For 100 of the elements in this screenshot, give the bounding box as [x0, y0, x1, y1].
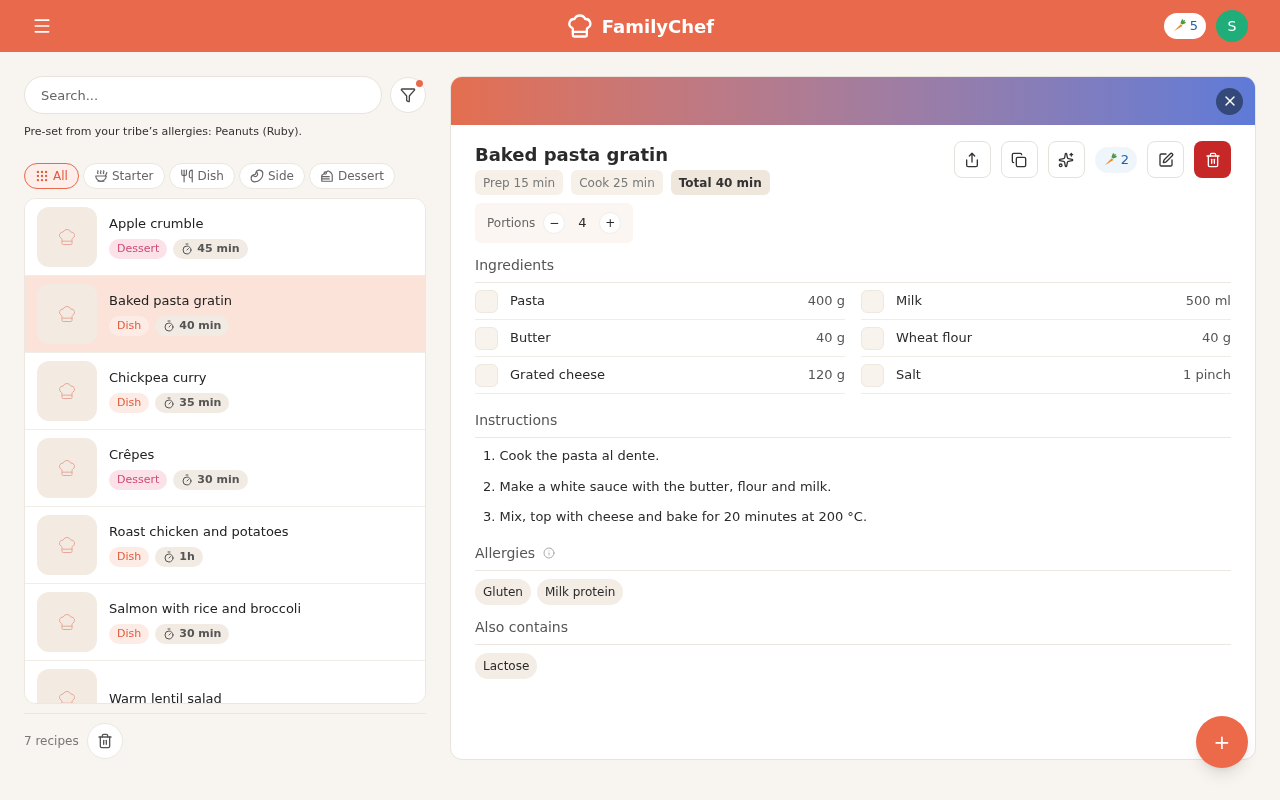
section-heading: Instructions [475, 410, 1231, 438]
menu-icon [32, 16, 52, 36]
recipe-name: Salmon with rice and broccoli [109, 599, 302, 618]
chef-hat-icon [57, 380, 77, 401]
recipe-count: 7 recipes [24, 732, 79, 750]
category-chip[interactable]: Side [238, 162, 305, 189]
close-button[interactable] [1216, 87, 1243, 115]
time-chip: Cook 25 min [571, 170, 663, 195]
ingredient-checkbox[interactable] [861, 363, 884, 387]
category-chip[interactable]: Dessert [308, 162, 396, 189]
ingredient-checkbox[interactable] [861, 326, 884, 350]
chef-hat-icon [57, 303, 77, 324]
time-chip: Total 40 min [670, 170, 770, 195]
chef-hat-icon [57, 226, 77, 247]
time-tag: 30 min [155, 624, 230, 645]
timer-icon [181, 243, 194, 256]
filter-icon [400, 87, 416, 103]
recipe-name: Baked pasta gratin [109, 291, 233, 310]
utensils-icon [179, 168, 194, 183]
category-chip[interactable]: Starter [82, 162, 165, 189]
section-heading: Also contains [475, 616, 1231, 645]
ingredient-checkbox[interactable] [861, 289, 884, 313]
chef-hat-icon [57, 534, 77, 555]
ingredient-checkbox[interactable] [475, 363, 498, 387]
cake-icon [319, 168, 334, 183]
recipe-name: Warm lentil salad [109, 689, 222, 703]
bean-icon [249, 168, 264, 183]
category-tag: Dish [109, 393, 150, 414]
instruction-step: 3. Mix, top with cheese and bake for 20 minutes at 200 °C. [483, 507, 1231, 527]
chef-hat-icon [565, 12, 594, 40]
ingredient-quantity: 40 g [816, 329, 845, 348]
timer-icon [163, 397, 176, 410]
ingredient-name: Grated cheese [510, 366, 606, 385]
ingredient-name: Pasta [510, 292, 546, 311]
chef-hat-icon [57, 611, 77, 632]
ingredient-quantity: 120 g [807, 366, 845, 385]
increase-button[interactable]: + [599, 212, 622, 234]
carrot-counter: 2 [1094, 146, 1137, 173]
menu-button[interactable] [32, 16, 52, 36]
decrease-button[interactable]: − [543, 212, 566, 234]
allergy-note: Pre-set from your tribe’s allergies: Peanuts (Ruby). [24, 124, 304, 140]
share-button[interactable] [953, 141, 991, 178]
recipe-title: Baked pasta gratin [475, 143, 668, 167]
timer-icon [163, 320, 176, 333]
timer-icon [163, 628, 176, 641]
allergen-tag: Milk protein [536, 578, 624, 605]
search-field[interactable]: Search... [24, 76, 382, 114]
category-tag: Dish [109, 624, 150, 645]
ingredient-quantity: 1 pinch [1183, 366, 1231, 385]
grid-icon [35, 168, 49, 183]
chef-hat-icon [57, 457, 77, 478]
time-tag: 30 min [173, 470, 248, 491]
section-heading: Allergies [475, 543, 536, 563]
trash-icon [96, 732, 113, 749]
portions-label: Portions [487, 215, 536, 232]
recipe-item[interactable]: Baked pasta gratin Dish 40 min [25, 275, 425, 353]
instruction-step: 1. Cook the pasta al dente. [483, 446, 1231, 466]
time-chip: Prep 15 min [475, 170, 564, 195]
portions-value: 4 [577, 214, 588, 233]
allergen-tag: Gluten [475, 578, 531, 605]
ingredient-quantity: 40 g [1202, 329, 1231, 348]
carrot-counter: 5 [1163, 13, 1206, 39]
ingredient-checkbox[interactable] [475, 326, 498, 350]
category-tag: Dessert [109, 239, 168, 260]
time-tag: 35 min [155, 393, 230, 414]
edit-icon [1157, 151, 1174, 168]
delete-all-button[interactable] [86, 722, 123, 759]
time-tag: 1h [155, 547, 203, 568]
recipe-name: Roast chicken and potatoes [109, 522, 289, 541]
category-tag: Dish [109, 316, 150, 337]
ingredient-tag: Lactose [475, 652, 538, 679]
ai-button[interactable] [1047, 141, 1085, 178]
ingredient-name: Butter [510, 329, 551, 348]
ingredient-name: Salt [896, 366, 921, 385]
chef-hat-icon [57, 688, 77, 703]
ingredient-name: Wheat flour [896, 329, 972, 348]
timer-icon [163, 551, 176, 564]
instruction-step: 2. Make a white sauce with the butter, flour and milk. [483, 476, 1231, 496]
edit-button[interactable] [1147, 141, 1184, 178]
ingredient-quantity: 400 g [807, 292, 845, 311]
recipe-item[interactable]: Apple crumble Dessert 45 min [25, 198, 425, 276]
filter-button[interactable] [390, 77, 426, 113]
category-tag: Dish [109, 547, 150, 568]
timer-icon [181, 474, 194, 487]
ingredient-checkbox[interactable] [475, 289, 498, 313]
info-icon [543, 547, 556, 559]
recipe-name: Apple crumble [109, 214, 205, 233]
recipe-name: Chickpea curry [109, 368, 208, 387]
recipe-name: Crêpes [109, 445, 156, 464]
section-heading: Ingredients [475, 255, 1231, 283]
time-tag: 40 min [155, 316, 230, 337]
trash-icon [1204, 151, 1221, 168]
category-tag: Dessert [109, 470, 168, 491]
category-chip[interactable]: Dish [168, 162, 235, 189]
copy-icon [1011, 151, 1028, 168]
share-icon [964, 151, 981, 168]
ingredient-quantity: 500 ml [1185, 292, 1231, 311]
duplicate-button[interactable] [1000, 141, 1038, 178]
time-tag: 45 min [173, 239, 248, 260]
delete-button[interactable] [1194, 141, 1231, 178]
